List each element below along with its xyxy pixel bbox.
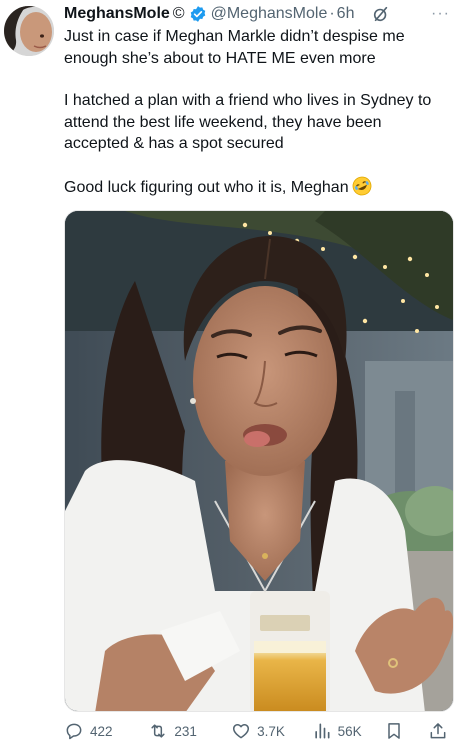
heart-icon	[233, 724, 250, 739]
more-options-icon[interactable]: ···	[431, 5, 450, 23]
bookmark-button[interactable]	[384, 721, 410, 741]
avatar[interactable]	[4, 6, 54, 56]
bookmark-icon	[388, 723, 400, 739]
reply-icon	[66, 723, 82, 740]
share-button[interactable]	[428, 721, 454, 741]
tweet-paragraph-text: Good luck figuring out who it is, Meghan	[64, 178, 349, 196]
like-count: 3.7K	[257, 723, 285, 739]
tweet-actions: 422 231 3.7K 56K	[64, 716, 454, 746]
author-handle[interactable]: @MeghansMole	[211, 5, 328, 23]
views-icon	[314, 723, 330, 739]
retweet-count: 231	[174, 723, 197, 739]
like-button[interactable]: 3.7K	[231, 721, 294, 741]
separator-dot: ·	[329, 5, 335, 22]
grok-icon[interactable]	[372, 5, 390, 23]
author-name-suffix: ©	[172, 5, 185, 22]
views-count: 56K	[337, 723, 362, 739]
verified-badge-icon[interactable]	[189, 5, 207, 23]
tweet-text: Just in case if Meghan Markle didn’t des…	[64, 26, 450, 198]
reply-count: 422	[90, 723, 113, 739]
reply-button[interactable]: 422	[64, 721, 128, 741]
tweet-paragraph: I hatched a plan with a friend who lives…	[64, 92, 432, 152]
tweet-header: MeghansMole © @MeghansMole · 6h ···	[64, 3, 450, 25]
tweet-paragraph-last: Good luck figuring out who it is, Meghan	[64, 176, 450, 199]
retweet-button[interactable]: 231	[148, 721, 209, 741]
retweet-icon	[151, 724, 165, 738]
rolling-on-floor-laughing-emoji	[352, 176, 372, 196]
views-button[interactable]: 56K	[312, 721, 376, 741]
timestamp[interactable]: 6h	[337, 5, 355, 23]
author-display-name[interactable]: MeghansMole	[64, 5, 170, 23]
tweet-paragraph: Just in case if Meghan Markle didn’t des…	[64, 28, 405, 67]
tweet-media-photo[interactable]	[64, 210, 454, 712]
share-icon	[430, 723, 446, 739]
